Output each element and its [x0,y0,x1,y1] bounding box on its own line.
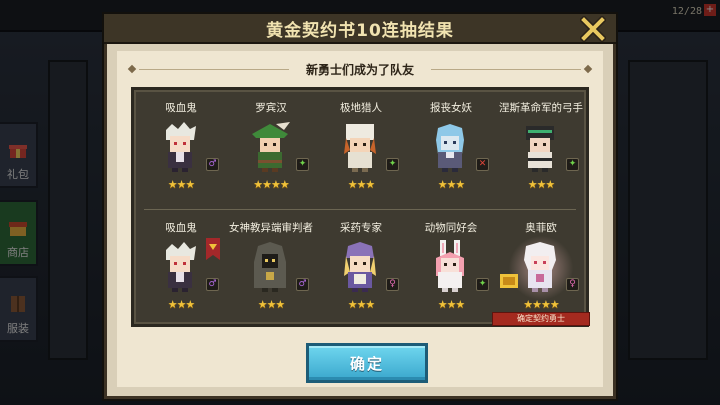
diamond-ornament [127,64,137,74]
hero-card[interactable]: 动物同好会 ✦ ★★★ [408,212,494,322]
hero-name: 报丧女妖 [430,102,472,114]
hero-stars: ★★★ [347,178,376,191]
hero-stars: ★★★ [437,178,466,191]
divider [139,69,289,70]
diamond-ornament [583,64,593,74]
dark-element-icon: ♂ [206,278,219,291]
new-flag-icon [206,238,220,260]
hero-stars: ★★★ [257,298,286,311]
banshee-sprite [436,124,464,172]
modal-header: 黄金契约书10连抽结果 [104,14,616,44]
hero-name: 涅斯革命军的弓手 [499,102,583,114]
hero-stars: ★★★ [347,298,376,311]
hero-name: 女神教异端审判者 [229,222,313,234]
modal-title: 黄金契约书10连抽结果 [266,20,454,41]
dark-element-icon: ♂ [206,158,219,171]
subtitle-bar: 新勇士们成为了队友 [125,57,595,81]
hero-card[interactable]: 极地猎人 ✦ ★★★ [318,92,404,202]
close-button[interactable] [576,14,610,44]
hero-card[interactable]: 吸血鬼 ♂ ★★★ [138,92,224,202]
subtitle: 新勇士们成为了队友 [297,60,422,78]
guaranteed-badge: 确定契约勇士 [492,312,590,326]
dark-element-icon: ♂ [296,278,309,291]
hero-stars: ★★★ [167,178,196,191]
bunny-girl-sprite [436,240,464,292]
hero-name: 罗宾汉 [255,102,287,114]
hero-name: 吸血鬼 [165,222,197,234]
robin-hood-sprite [252,122,290,172]
hero-card[interactable]: 涅斯革命军的弓手 ✦ ★★★ [498,92,584,202]
hero-card[interactable]: 报丧女妖 ✕ ★★★ [408,92,494,202]
modal-body: 新勇士们成为了队友 吸血鬼 ♂ ★★★ 罗宾汉 ✦ ★★★★ 极地猎人 ✦ ★★… [117,51,603,387]
hero-card[interactable]: 女神教异端审判者 ♂ ★★★ [228,212,314,322]
divider [431,69,581,70]
hero-name: 奥菲欧 [525,222,557,234]
hero-name: 极地猎人 [340,102,382,114]
hero-name: 采药专家 [340,222,382,234]
hero-card-featured[interactable]: 奥菲欧 ♀ ★★★★ 确定契约勇士 [492,212,590,326]
herbalist-sprite [344,242,376,292]
hero-grid: 吸血鬼 ♂ ★★★ 罗宾汉 ✦ ★★★★ 极地猎人 ✦ ★★★ 报丧女妖 ✕ ★… [131,87,590,327]
gacha-result-modal: 黄金契约书10连抽结果 新勇士们成为了队友 吸血鬼 ♂ ★★★ 罗宾汉 ✦ ★★… [104,14,616,399]
nature-element-icon: ✦ [566,158,579,171]
orpheus-sprite [524,242,556,292]
light-element-icon: ♀ [566,278,579,291]
vampire-sprite [166,242,196,292]
vampire-sprite [166,122,196,172]
hero-stars: ★★★★ [523,298,559,311]
hero-card[interactable]: 采药专家 ♀ ★★★ [318,212,404,322]
close-icon [580,16,606,42]
archer-sprite [526,126,554,172]
nature-element-icon: ✦ [296,158,309,171]
confirm-button[interactable]: 确定 [306,343,428,383]
nature-element-icon: ✦ [476,278,489,291]
inquisitor-sprite [254,242,286,292]
hero-name: 吸血鬼 [165,102,197,114]
hero-card[interactable]: 吸血鬼 ♂ ★★★ [138,212,224,322]
nature-element-icon: ✦ [386,158,399,171]
light-element-icon: ♀ [386,278,399,291]
polar-hunter-sprite [344,124,376,172]
hero-stars: ★★★ [167,298,196,311]
row-divider [144,209,576,210]
hero-stars: ★★★ [527,178,556,191]
hero-stars: ★★★ [437,298,466,311]
hero-name: 动物同好会 [424,222,478,234]
hero-card[interactable]: 罗宾汉 ✦ ★★★★ [228,92,314,202]
hero-stars: ★★★★ [253,178,289,191]
fire-element-icon: ✕ [476,158,489,171]
